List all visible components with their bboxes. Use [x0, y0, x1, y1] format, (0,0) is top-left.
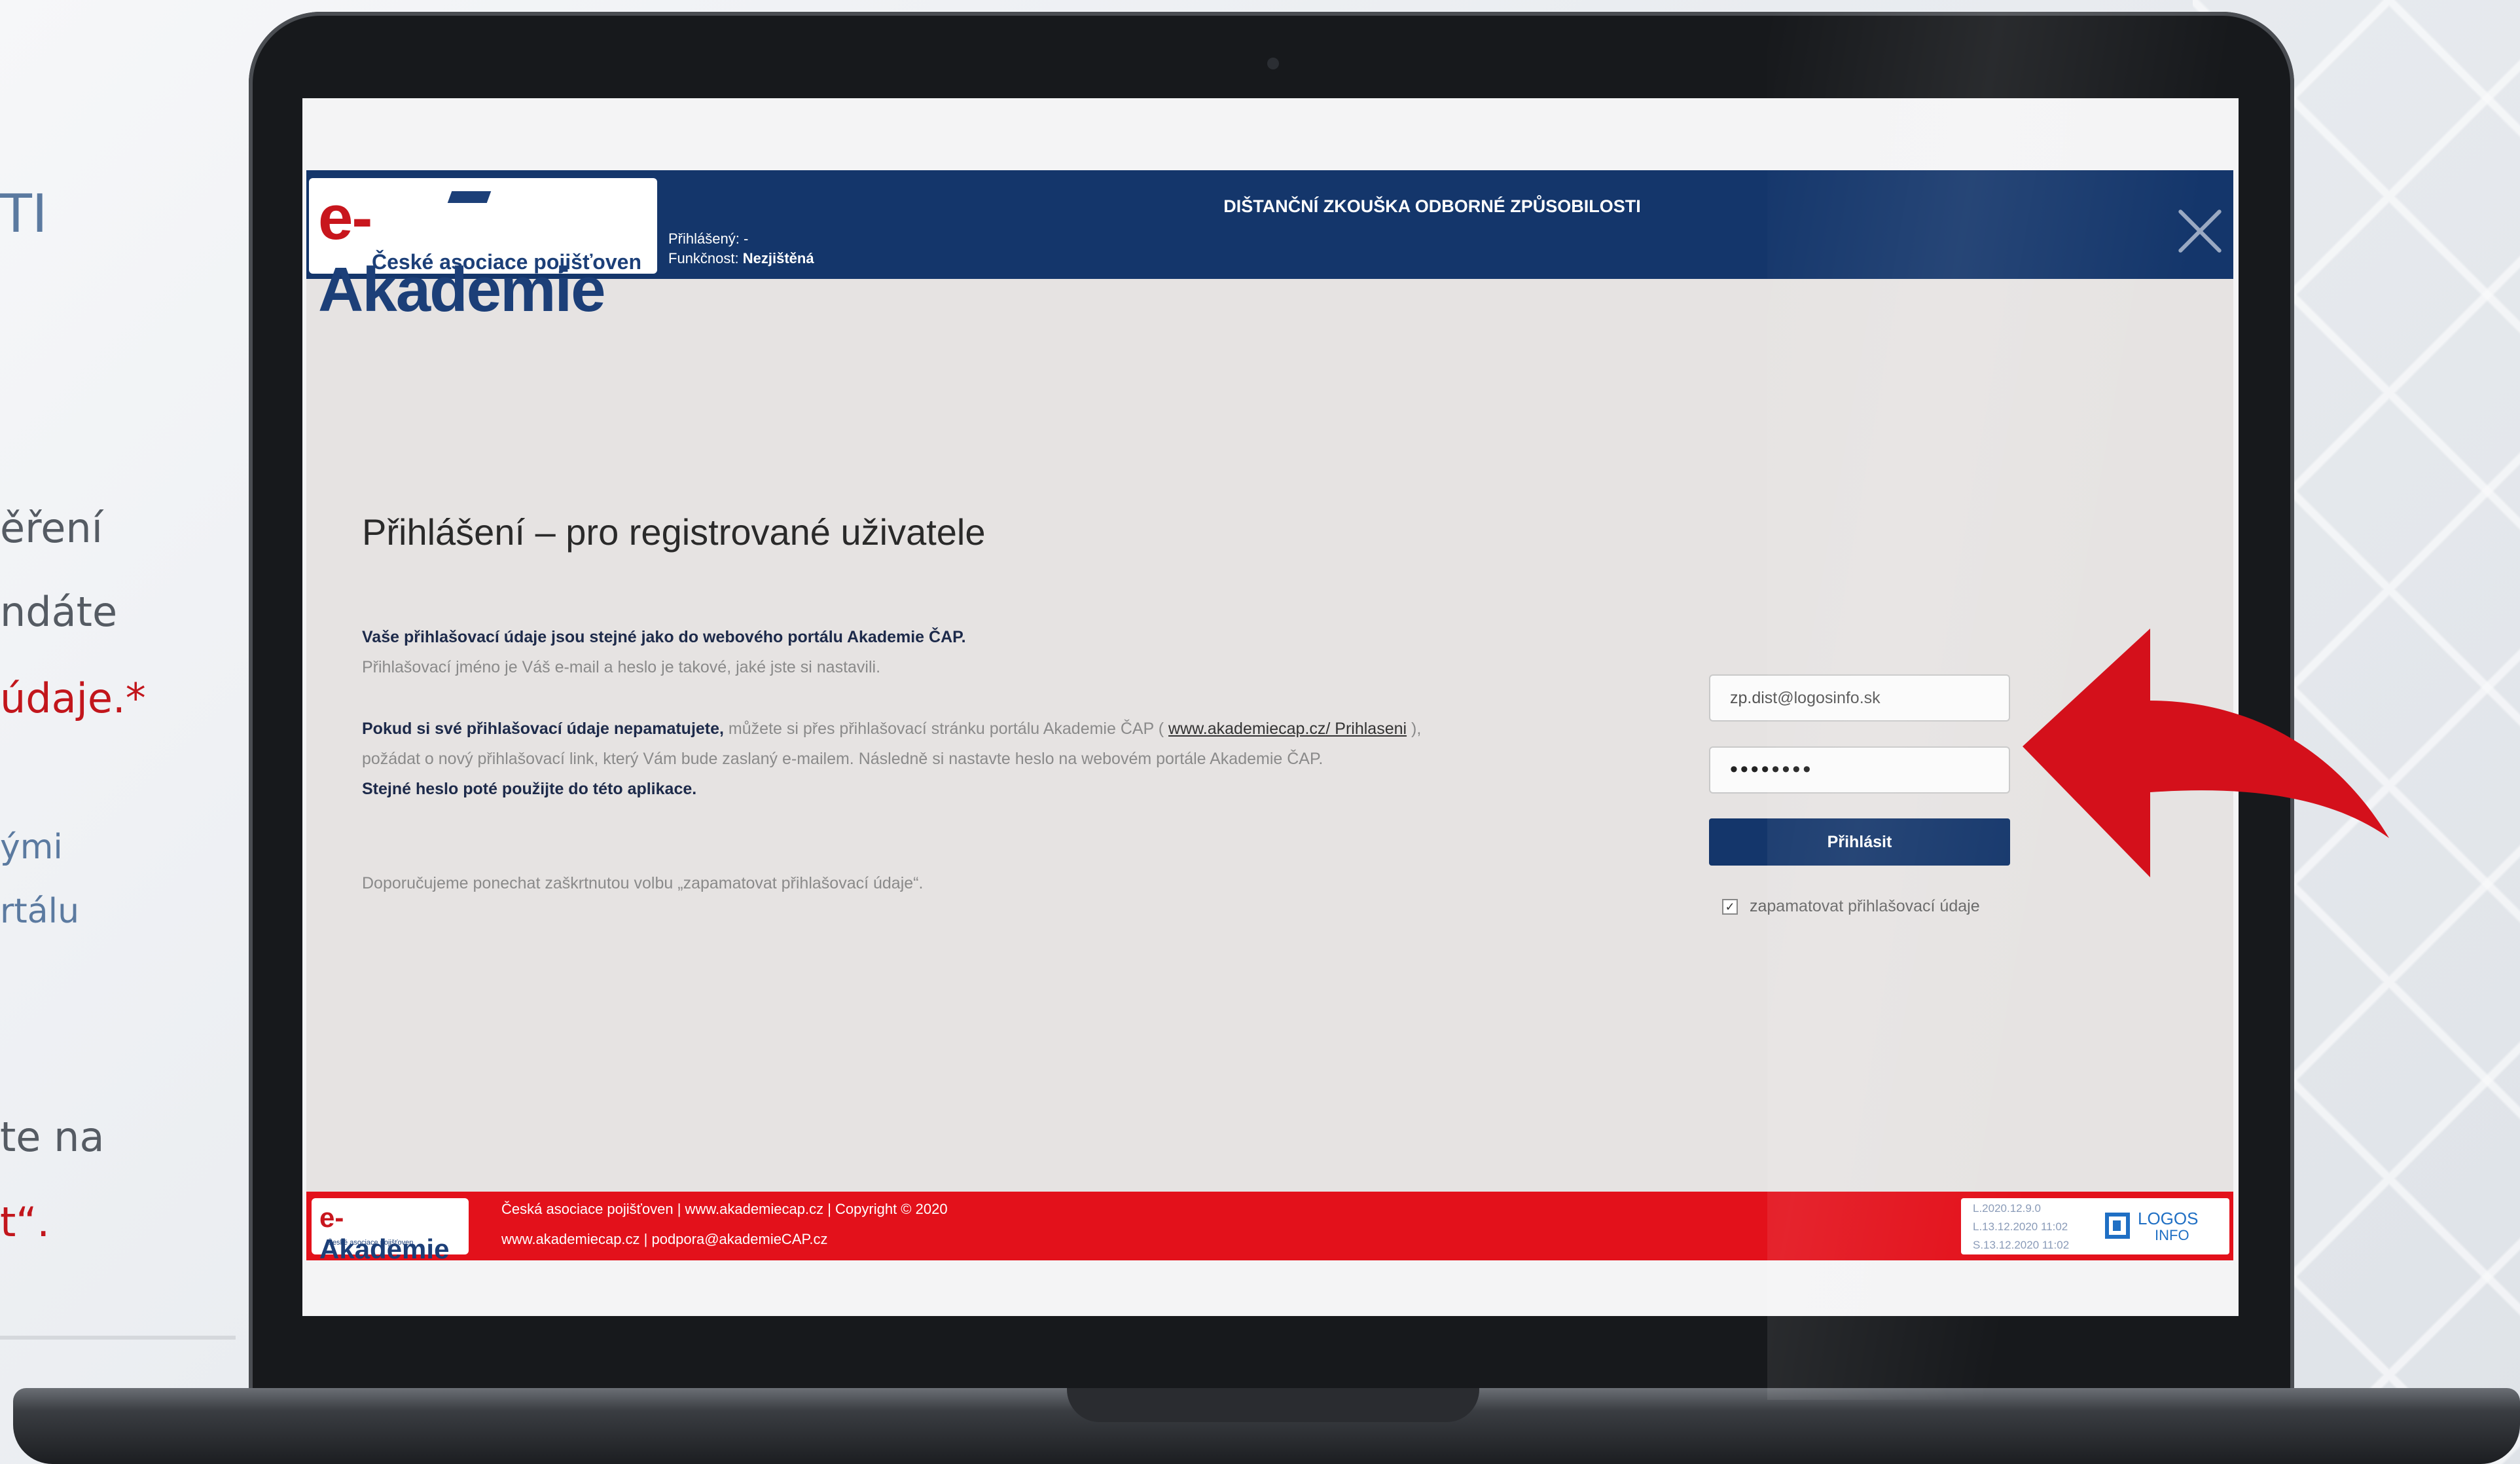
password-field[interactable]: ••••••••: [1709, 746, 2010, 794]
email-field[interactable]: zp.dist@logosinfo.sk: [1709, 674, 2010, 722]
portal-link[interactable]: www.akademiecap.cz/ Prihlaseni: [1168, 720, 1407, 738]
app-footer: e-Akademie České asociace pojišťoven Čes…: [306, 1192, 2233, 1264]
camera-icon: [1267, 58, 1279, 69]
info-text: požádat o nový přihlašovací link, který …: [362, 750, 1323, 768]
remember-option[interactable]: ✓ zapamatovat přihlašovací údaje: [1722, 897, 1980, 916]
role-label: Funkčnost:: [668, 250, 739, 266]
e-akademie-logo: e-Akademie České asociace pojišťoven: [309, 178, 657, 325]
version-text: S.13.12.2020 11:02: [1973, 1239, 2070, 1251]
info-bold: Pokud si své přihlašovací údaje nepamatu…: [362, 720, 724, 738]
slide-text-line: ými: [0, 828, 63, 867]
laptop-notch: [1067, 1388, 1479, 1422]
footer-logo: e-Akademie České asociace pojišťoven: [312, 1198, 469, 1264]
logos-brand: LOGOS: [2138, 1209, 2199, 1228]
logo-prefix: e-: [318, 183, 372, 253]
remember-checkbox[interactable]: ✓: [1722, 898, 1738, 915]
info-text: ),: [1407, 720, 1422, 738]
logged-in-value: -: [743, 230, 749, 247]
version-text: L.13.12.2020 11:02: [1973, 1220, 2068, 1233]
page-title: DIŠTANČNÍ ZKOUŠKA ODBORNÉ ZPŮSOBILOSTI: [1223, 196, 1641, 216]
info-bold: Stejné heslo poté použijte do této aplik…: [362, 780, 697, 798]
slide-text-line: ěření: [0, 504, 103, 552]
slide-text-line: rtálu: [0, 892, 80, 931]
logos-info-icon: [2105, 1213, 2130, 1239]
app-window: e-Akademie České asociace pojišťoven Při…: [306, 170, 2233, 1264]
info-bold: Vaše přihlašovací údaje jsou stejné jako…: [362, 628, 966, 646]
footer-logo-sub: České asociace pojišťoven: [327, 1239, 414, 1247]
pointer-arrow-icon: [2023, 629, 2389, 877]
info-paragraph-1: Vaše přihlašovací údaje jsou stejné jako…: [362, 622, 1475, 682]
login-button[interactable]: Přihlásit: [1709, 818, 2010, 866]
info-text: můžete si přes přihlašovací stránku port…: [723, 720, 1169, 738]
remember-label: zapamatovat přihlašovací údaje: [1750, 897, 1980, 915]
slide-text-line: ndáte: [0, 588, 118, 636]
footer-copyright: Česká asociace pojišťoven | www.akademie…: [501, 1201, 948, 1217]
footer-contact: www.akademiecap.cz | podpora@akademieCAP…: [501, 1231, 828, 1247]
footer-logo-prefix: e-: [319, 1202, 344, 1233]
slide-heading-fragment: TI: [0, 183, 48, 244]
info-paragraph-2: Pokud si své přihlašovací údaje nepamatu…: [362, 714, 1475, 804]
user-info: Přihlášený: - Funkčnost: Nezjištěná: [668, 229, 814, 268]
info-text: Přihlašovací jméno je Váš e-mail a heslo…: [362, 658, 881, 676]
laptop-screen: e-Akademie České asociace pojišťoven Při…: [302, 98, 2239, 1316]
app-header: e-Akademie České asociace pojišťoven Při…: [306, 170, 2233, 325]
login-heading: Přihlášení – pro registrované uživatele: [362, 511, 986, 553]
logos-brand-sub: INFO: [2155, 1227, 2189, 1243]
version-panel: L.2020.12.9.0 L.13.12.2020 11:02 S.13.12…: [1961, 1198, 2229, 1254]
version-text: L.2020.12.9.0: [1973, 1202, 2041, 1215]
logo-subtitle: České asociace pojišťoven: [372, 250, 641, 274]
close-icon[interactable]: [2170, 203, 2229, 262]
logged-in-label: Přihlášený:: [668, 230, 740, 247]
slide-text-line: te na: [0, 1113, 105, 1161]
slide-text-line-highlight: t“.: [0, 1198, 50, 1246]
graduation-cap-icon: [447, 191, 492, 203]
slide-text-line-highlight: údaje.*: [0, 674, 146, 722]
divider: [0, 1336, 236, 1340]
info-paragraph-3: Doporučujeme ponechat zaškrtnutou volbu …: [362, 874, 924, 892]
role-value: Nezjištěná: [742, 250, 814, 266]
